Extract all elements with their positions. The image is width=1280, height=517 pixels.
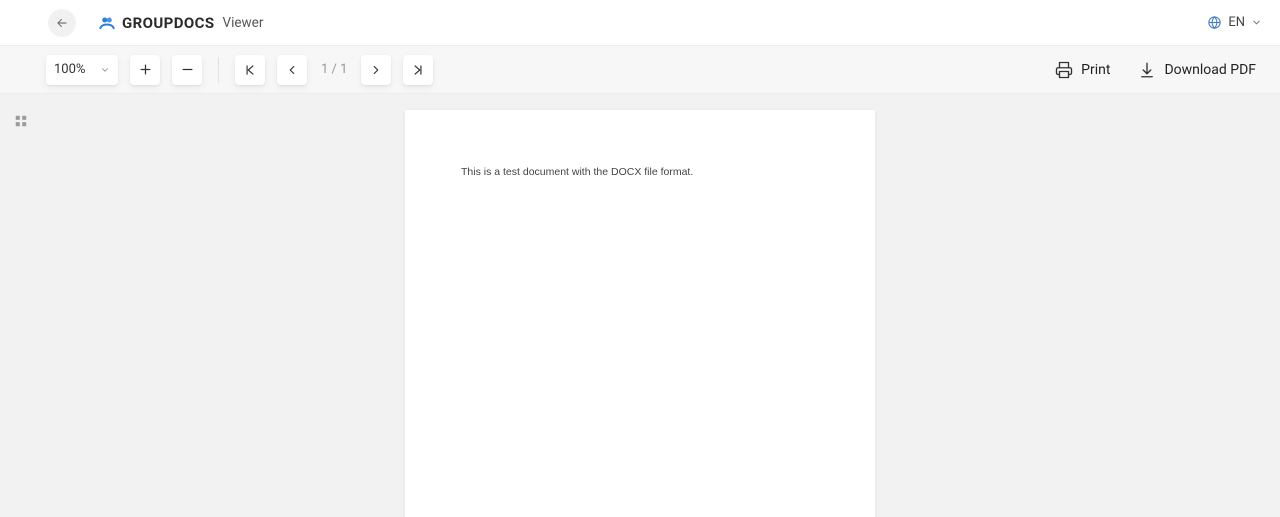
page-stage[interactable]: This is a test document with the DOCX fi… [0,94,1280,517]
last-page-icon [411,63,425,77]
globe-icon [1207,15,1222,30]
app-name: Viewer [222,15,263,31]
first-page-button[interactable] [235,55,265,85]
toolbar: 100% 1 / 1 [0,46,1280,94]
chevron-down-icon [1251,17,1262,28]
chevron-left-icon [285,63,299,77]
print-button[interactable]: Print [1055,61,1110,79]
language-selector[interactable]: EN [1207,15,1262,30]
chevron-down-icon [100,65,110,75]
plus-icon [138,62,153,77]
language-label: EN [1228,15,1245,30]
last-page-button[interactable] [403,55,433,85]
zoom-out-button[interactable] [172,55,202,85]
zoom-level-label: 100% [54,62,85,77]
document-page: This is a test document with the DOCX fi… [405,110,875,517]
brand-name: GROUPDOCS [122,14,214,32]
print-label: Print [1081,62,1110,78]
toolbar-divider [218,57,219,83]
groupdocs-logo-icon [98,14,116,32]
chevron-right-icon [369,63,383,77]
grid-icon [14,114,28,128]
page-indicator: 1 / 1 [321,62,347,77]
arrow-left-icon [55,16,69,30]
minus-icon [180,62,195,77]
zoom-select[interactable]: 100% [46,55,118,85]
first-page-icon [243,63,257,77]
back-button[interactable] [48,9,76,37]
brand-logo[interactable]: GROUPDOCS Viewer [98,14,263,32]
download-pdf-button[interactable]: Download PDF [1138,61,1256,79]
prev-page-button[interactable] [277,55,307,85]
document-viewport: This is a test document with the DOCX fi… [0,94,1280,517]
download-label: Download PDF [1164,62,1256,78]
zoom-in-button[interactable] [130,55,160,85]
download-icon [1138,61,1156,79]
next-page-button[interactable] [361,55,391,85]
print-icon [1055,61,1073,79]
document-paragraph: This is a test document with the DOCX fi… [461,166,819,178]
thumbnails-toggle[interactable] [14,114,28,128]
app-header: GROUPDOCS Viewer EN [0,0,1280,46]
